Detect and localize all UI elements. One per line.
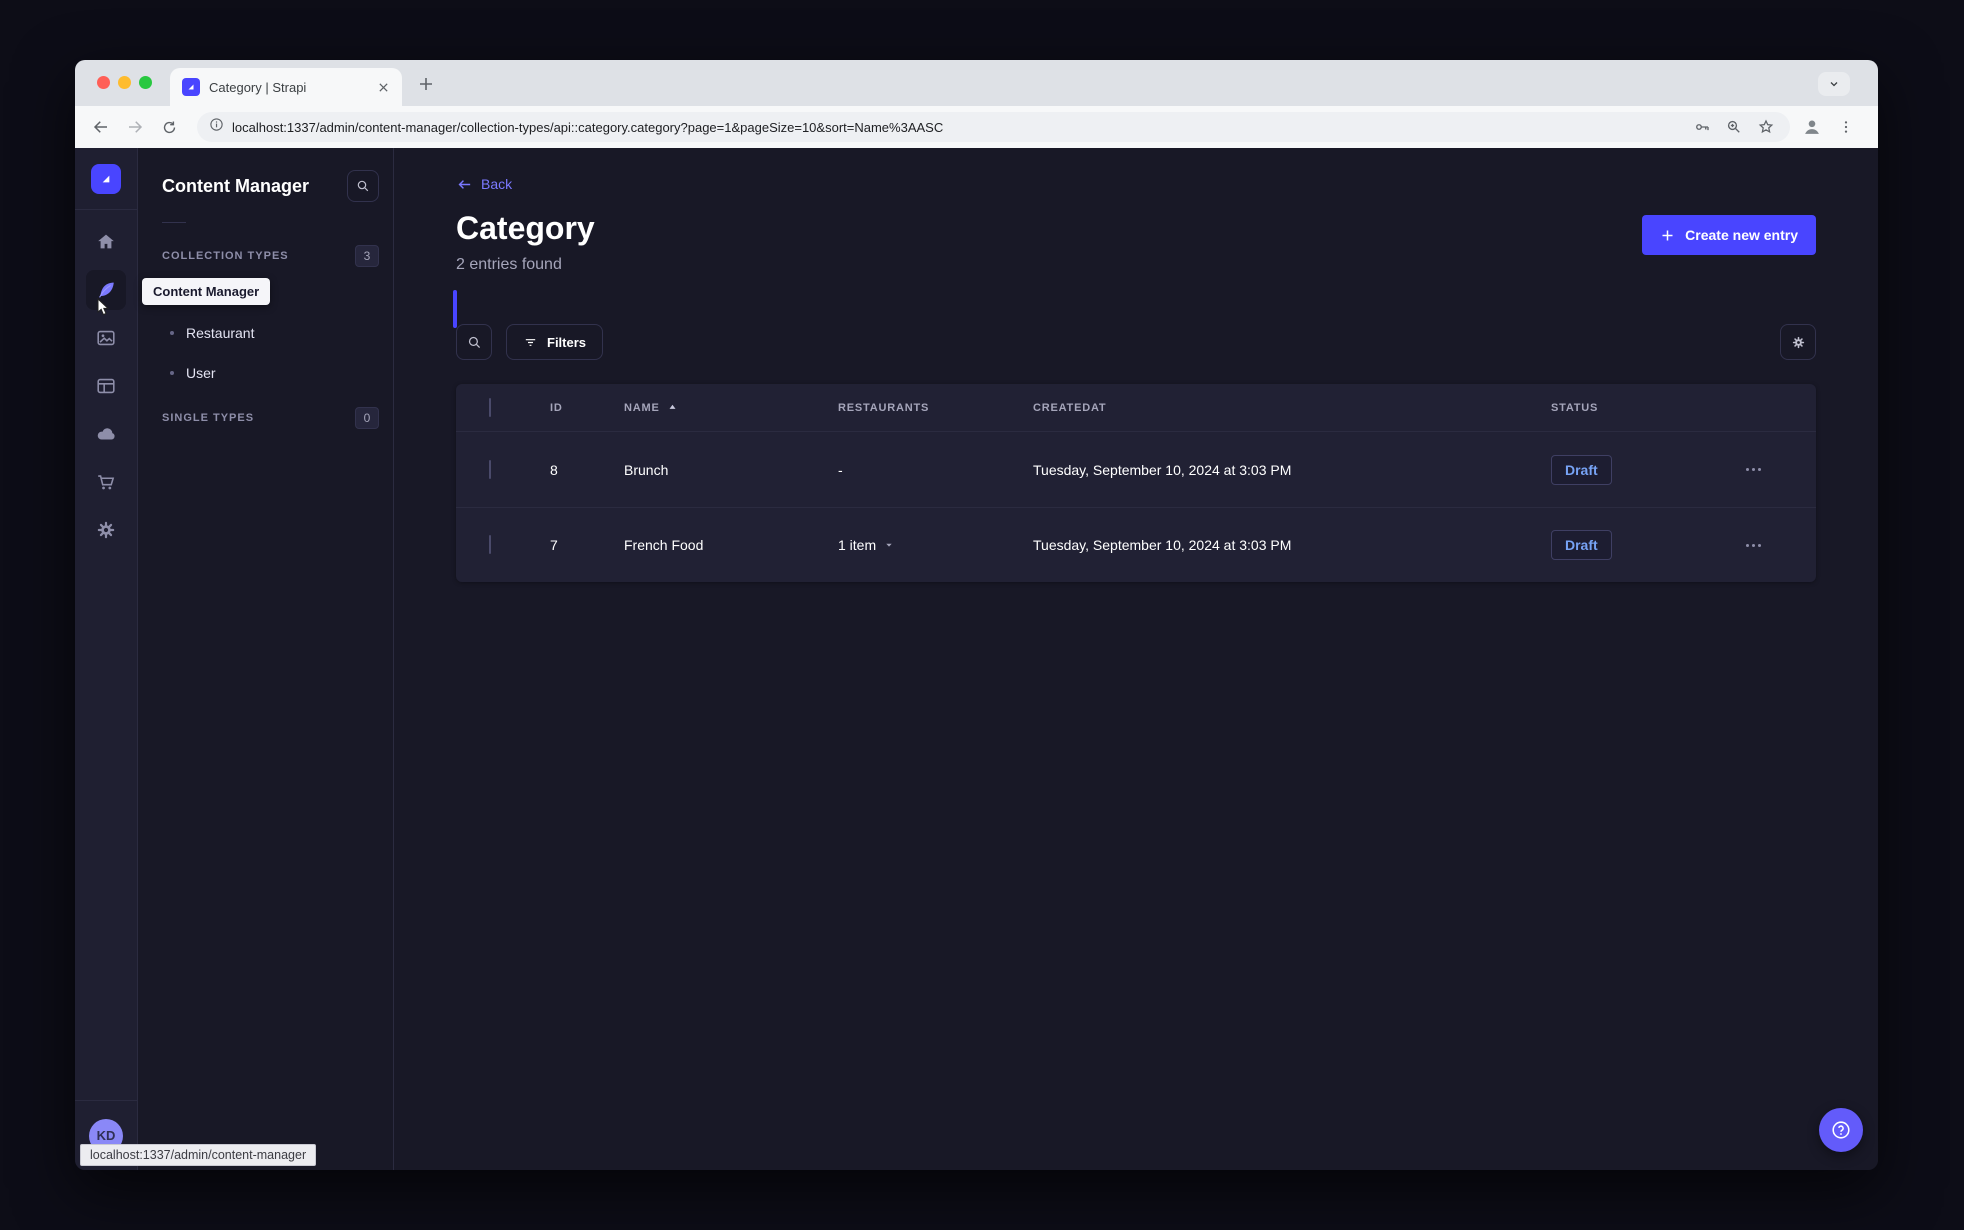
status-badge: Draft [1551, 530, 1612, 560]
sidebar-item-media-library[interactable] [86, 318, 126, 358]
browser-tab[interactable]: Category | Strapi [170, 68, 402, 106]
table-row[interactable]: 8 Brunch - Tuesday, September 10, 2024 a… [456, 432, 1816, 507]
back-nav-icon[interactable] [87, 113, 115, 141]
cell-name: French Food [624, 537, 704, 553]
zoom-page-icon[interactable] [1722, 115, 1746, 139]
table-row[interactable]: 7 French Food 1 item Tuesday, September … [456, 507, 1816, 582]
entries-table: ID NAME RESTAURANTS CREATEDAT STATUS 8 B… [456, 384, 1816, 582]
sidebar-item-settings[interactable] [86, 510, 126, 550]
cell-id: 8 [550, 461, 558, 478]
close-window-button[interactable] [97, 76, 110, 89]
status-badge: Draft [1551, 454, 1612, 485]
browser-menu-icon[interactable] [1832, 113, 1860, 141]
sidebar-item-content-type-builder[interactable] [86, 366, 126, 406]
profile-icon[interactable] [1798, 113, 1826, 141]
close-tab-icon[interactable] [374, 78, 392, 96]
chevron-down-icon [886, 543, 892, 547]
mouse-cursor [95, 297, 112, 323]
main-content: Back Category 2 entries found Create new… [394, 148, 1878, 1170]
subnav-scrollbar-thumb[interactable] [453, 290, 457, 328]
reload-icon[interactable] [155, 113, 183, 141]
view-settings-button[interactable] [1780, 324, 1816, 360]
bullet-icon [170, 331, 174, 335]
subnav-item-user[interactable]: User [138, 353, 393, 393]
entries-count: 2 entries found [456, 256, 562, 273]
create-new-entry-button[interactable]: Create new entry [1642, 215, 1816, 255]
back-arrow-icon [458, 179, 471, 189]
url-text[interactable]: localhost:1337/admin/content-manager/col… [232, 120, 1682, 135]
plus-icon [1662, 230, 1673, 240]
back-link[interactable]: Back [456, 174, 512, 194]
sidebar-item-marketplace[interactable] [86, 462, 126, 502]
site-info-icon[interactable] [209, 117, 224, 137]
maximize-window-button[interactable] [139, 76, 152, 89]
row-actions-button[interactable] [1746, 468, 1761, 471]
cell-id: 7 [550, 537, 558, 553]
password-key-icon[interactable] [1690, 115, 1714, 139]
search-button[interactable] [456, 324, 492, 360]
column-header-id[interactable]: ID [550, 402, 624, 414]
strapi-app: KD Content Manager COLLECTION TYPES 3 Ca… [75, 148, 1878, 1170]
bullet-icon [170, 371, 174, 375]
tab-strip: Category | Strapi [75, 60, 1878, 106]
column-header-createdat[interactable]: CREATEDAT [1033, 402, 1551, 414]
cell-restaurants: - [838, 461, 843, 478]
tab-search-chevron-icon[interactable] [1818, 72, 1850, 96]
cell-createdat: Tuesday, September 10, 2024 at 3:03 PM [1033, 461, 1292, 478]
column-header-restaurants[interactable]: RESTAURANTS [838, 402, 1033, 414]
minimize-window-button[interactable] [118, 76, 131, 89]
subnav-search-button[interactable] [347, 170, 379, 202]
column-header-name[interactable]: NAME [624, 402, 838, 414]
filter-icon [525, 338, 536, 346]
tab-title: Category | Strapi [209, 79, 307, 95]
forward-nav-icon[interactable] [121, 113, 149, 141]
table-header-row: ID NAME RESTAURANTS CREATEDAT STATUS [456, 384, 1816, 432]
row-checkbox[interactable] [489, 535, 491, 554]
sidebar-item-home[interactable] [86, 222, 126, 262]
content-manager-tooltip: Content Manager [142, 278, 271, 305]
collection-types-label: COLLECTION TYPES [162, 250, 289, 262]
link-preview-status-bar: localhost:1337/admin/content-manager [80, 1144, 317, 1166]
single-types-label: SINGLE TYPES [162, 412, 255, 424]
single-types-count-badge: 0 [355, 407, 379, 429]
cell-createdat: Tuesday, September 10, 2024 at 3:03 PM [1033, 537, 1292, 553]
new-tab-button[interactable] [415, 73, 437, 95]
url-bar[interactable]: localhost:1337/admin/content-manager/col… [197, 112, 1790, 142]
row-checkbox[interactable] [489, 459, 491, 479]
column-header-status[interactable]: STATUS [1551, 402, 1746, 414]
collection-types-count-badge: 3 [355, 245, 379, 267]
cell-name: Brunch [624, 461, 669, 478]
strapi-logo[interactable] [91, 163, 121, 194]
filters-button[interactable]: Filters [506, 324, 604, 360]
subnav-title: Content Manager [162, 175, 310, 196]
divider [162, 222, 186, 223]
row-actions-button[interactable] [1746, 543, 1761, 547]
sidebar-item-cloud[interactable] [86, 414, 126, 454]
subnav-item-restaurant[interactable]: Restaurant [138, 313, 393, 353]
help-button[interactable] [1819, 1108, 1863, 1152]
page-title: Category [456, 210, 595, 246]
strapi-favicon [182, 78, 200, 96]
window-controls [97, 76, 152, 89]
browser-window: Category | Strapi localhost:1337/admin/c… [75, 60, 1878, 1170]
select-all-checkbox[interactable] [489, 397, 491, 417]
browser-toolbar: localhost:1337/admin/content-manager/col… [75, 106, 1878, 148]
cell-restaurants-expand[interactable]: 1 item [838, 537, 1033, 553]
sort-ascending-icon [669, 404, 676, 409]
bookmark-star-icon[interactable] [1754, 115, 1778, 139]
